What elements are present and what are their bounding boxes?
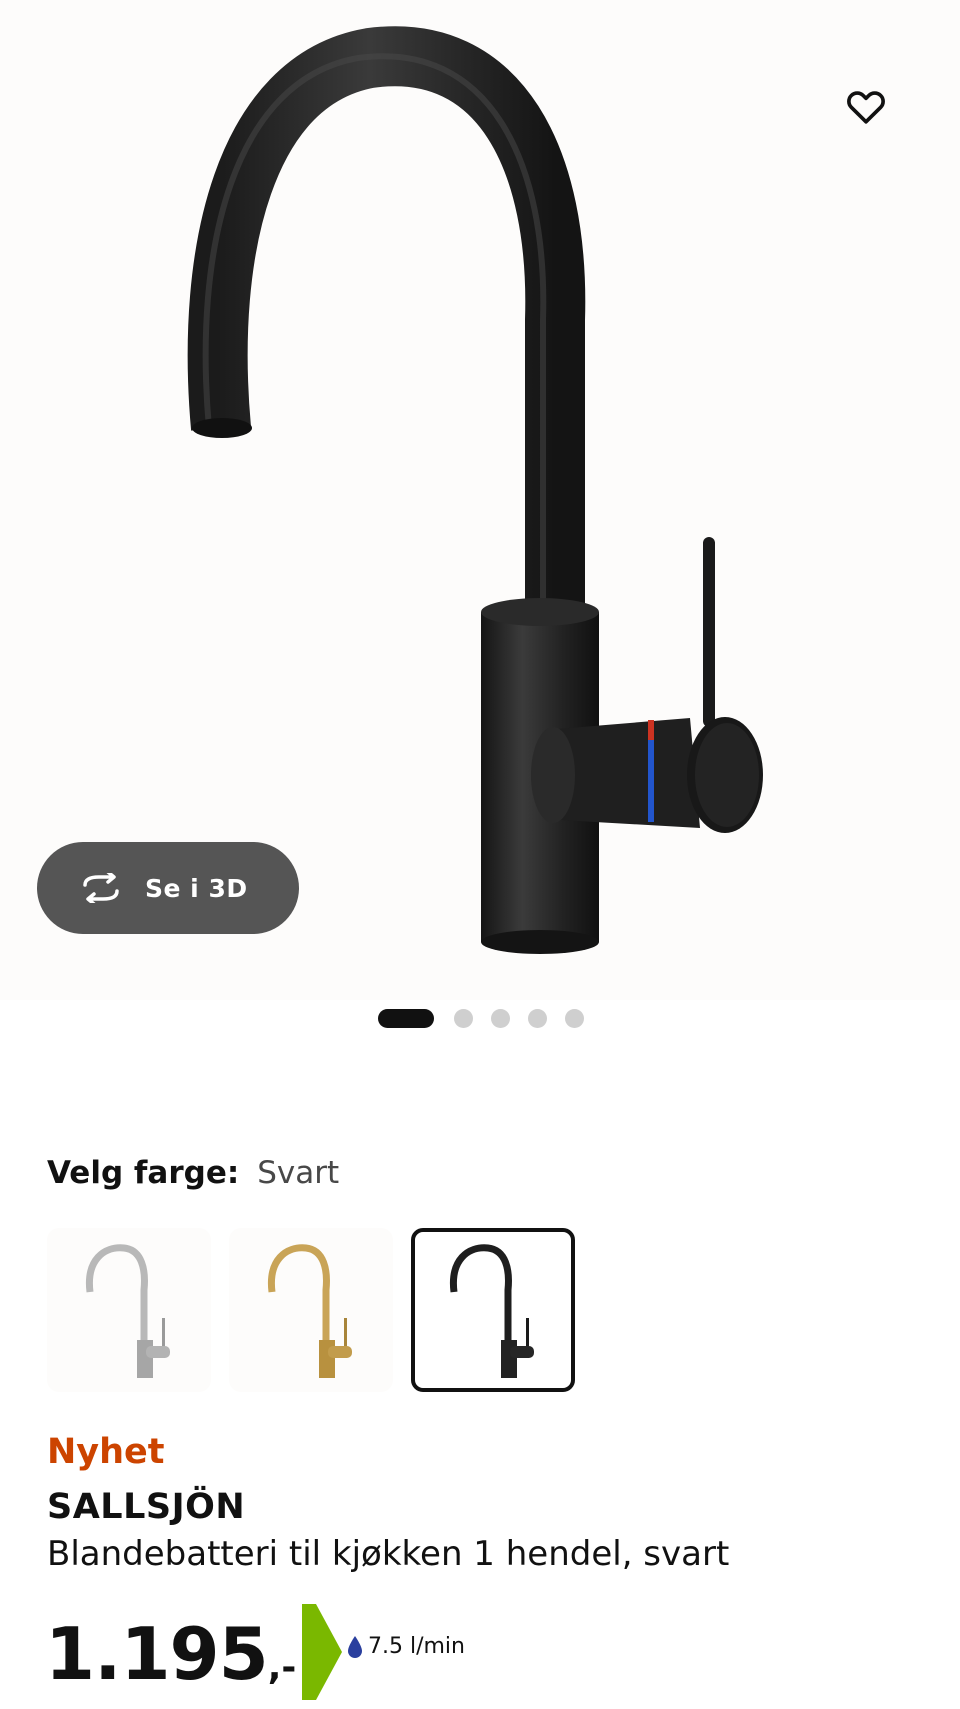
pagination-dot[interactable] xyxy=(565,1008,584,1028)
product-price: 1.195 ,- xyxy=(45,1612,296,1696)
gallery-pagination xyxy=(378,1008,602,1028)
pagination-dot[interactable] xyxy=(528,1008,547,1028)
heart-icon xyxy=(847,91,885,124)
rotate-3d-icon xyxy=(77,871,129,905)
swatch-brass[interactable] xyxy=(229,1228,393,1392)
flow-rate: 7.5 l/min xyxy=(368,1634,465,1659)
selected-color-value: Svart xyxy=(257,1155,340,1191)
swatch-stainless-steel[interactable] xyxy=(47,1228,211,1392)
price-main: 1.195 xyxy=(45,1612,269,1696)
color-label: Velg farge: xyxy=(47,1155,240,1191)
product-description: Blandebatteri til kjøkken 1 hendel, svar… xyxy=(47,1534,730,1574)
new-badge: Nyhet xyxy=(47,1432,165,1472)
product-name: SALLSJÖN xyxy=(47,1487,246,1527)
pagination-dot[interactable] xyxy=(378,1008,434,1028)
swatch-black[interactable] xyxy=(411,1228,575,1392)
product-gallery[interactable]: Se i 3D xyxy=(0,0,960,1028)
energy-label-icon[interactable] xyxy=(302,1604,342,1700)
water-flow-info: 7.5 l/min xyxy=(346,1634,465,1659)
favorite-button[interactable] xyxy=(838,78,894,134)
color-swatches xyxy=(47,1228,593,1392)
water-drop-icon xyxy=(348,1635,362,1658)
faucet-thumbnail-steel xyxy=(85,1244,170,1378)
price-suffix: ,- xyxy=(267,1647,297,1688)
faucet-thumbnail-black xyxy=(449,1244,534,1378)
view-3d-button[interactable]: Se i 3D xyxy=(37,842,299,934)
pagination-dot[interactable] xyxy=(454,1008,473,1028)
view-3d-label: Se i 3D xyxy=(145,873,248,903)
color-selector-heading: Velg farge: Svart xyxy=(47,1155,339,1191)
pagination-dot[interactable] xyxy=(491,1008,510,1028)
product-image xyxy=(187,26,763,954)
faucet-thumbnail-brass xyxy=(267,1244,352,1378)
